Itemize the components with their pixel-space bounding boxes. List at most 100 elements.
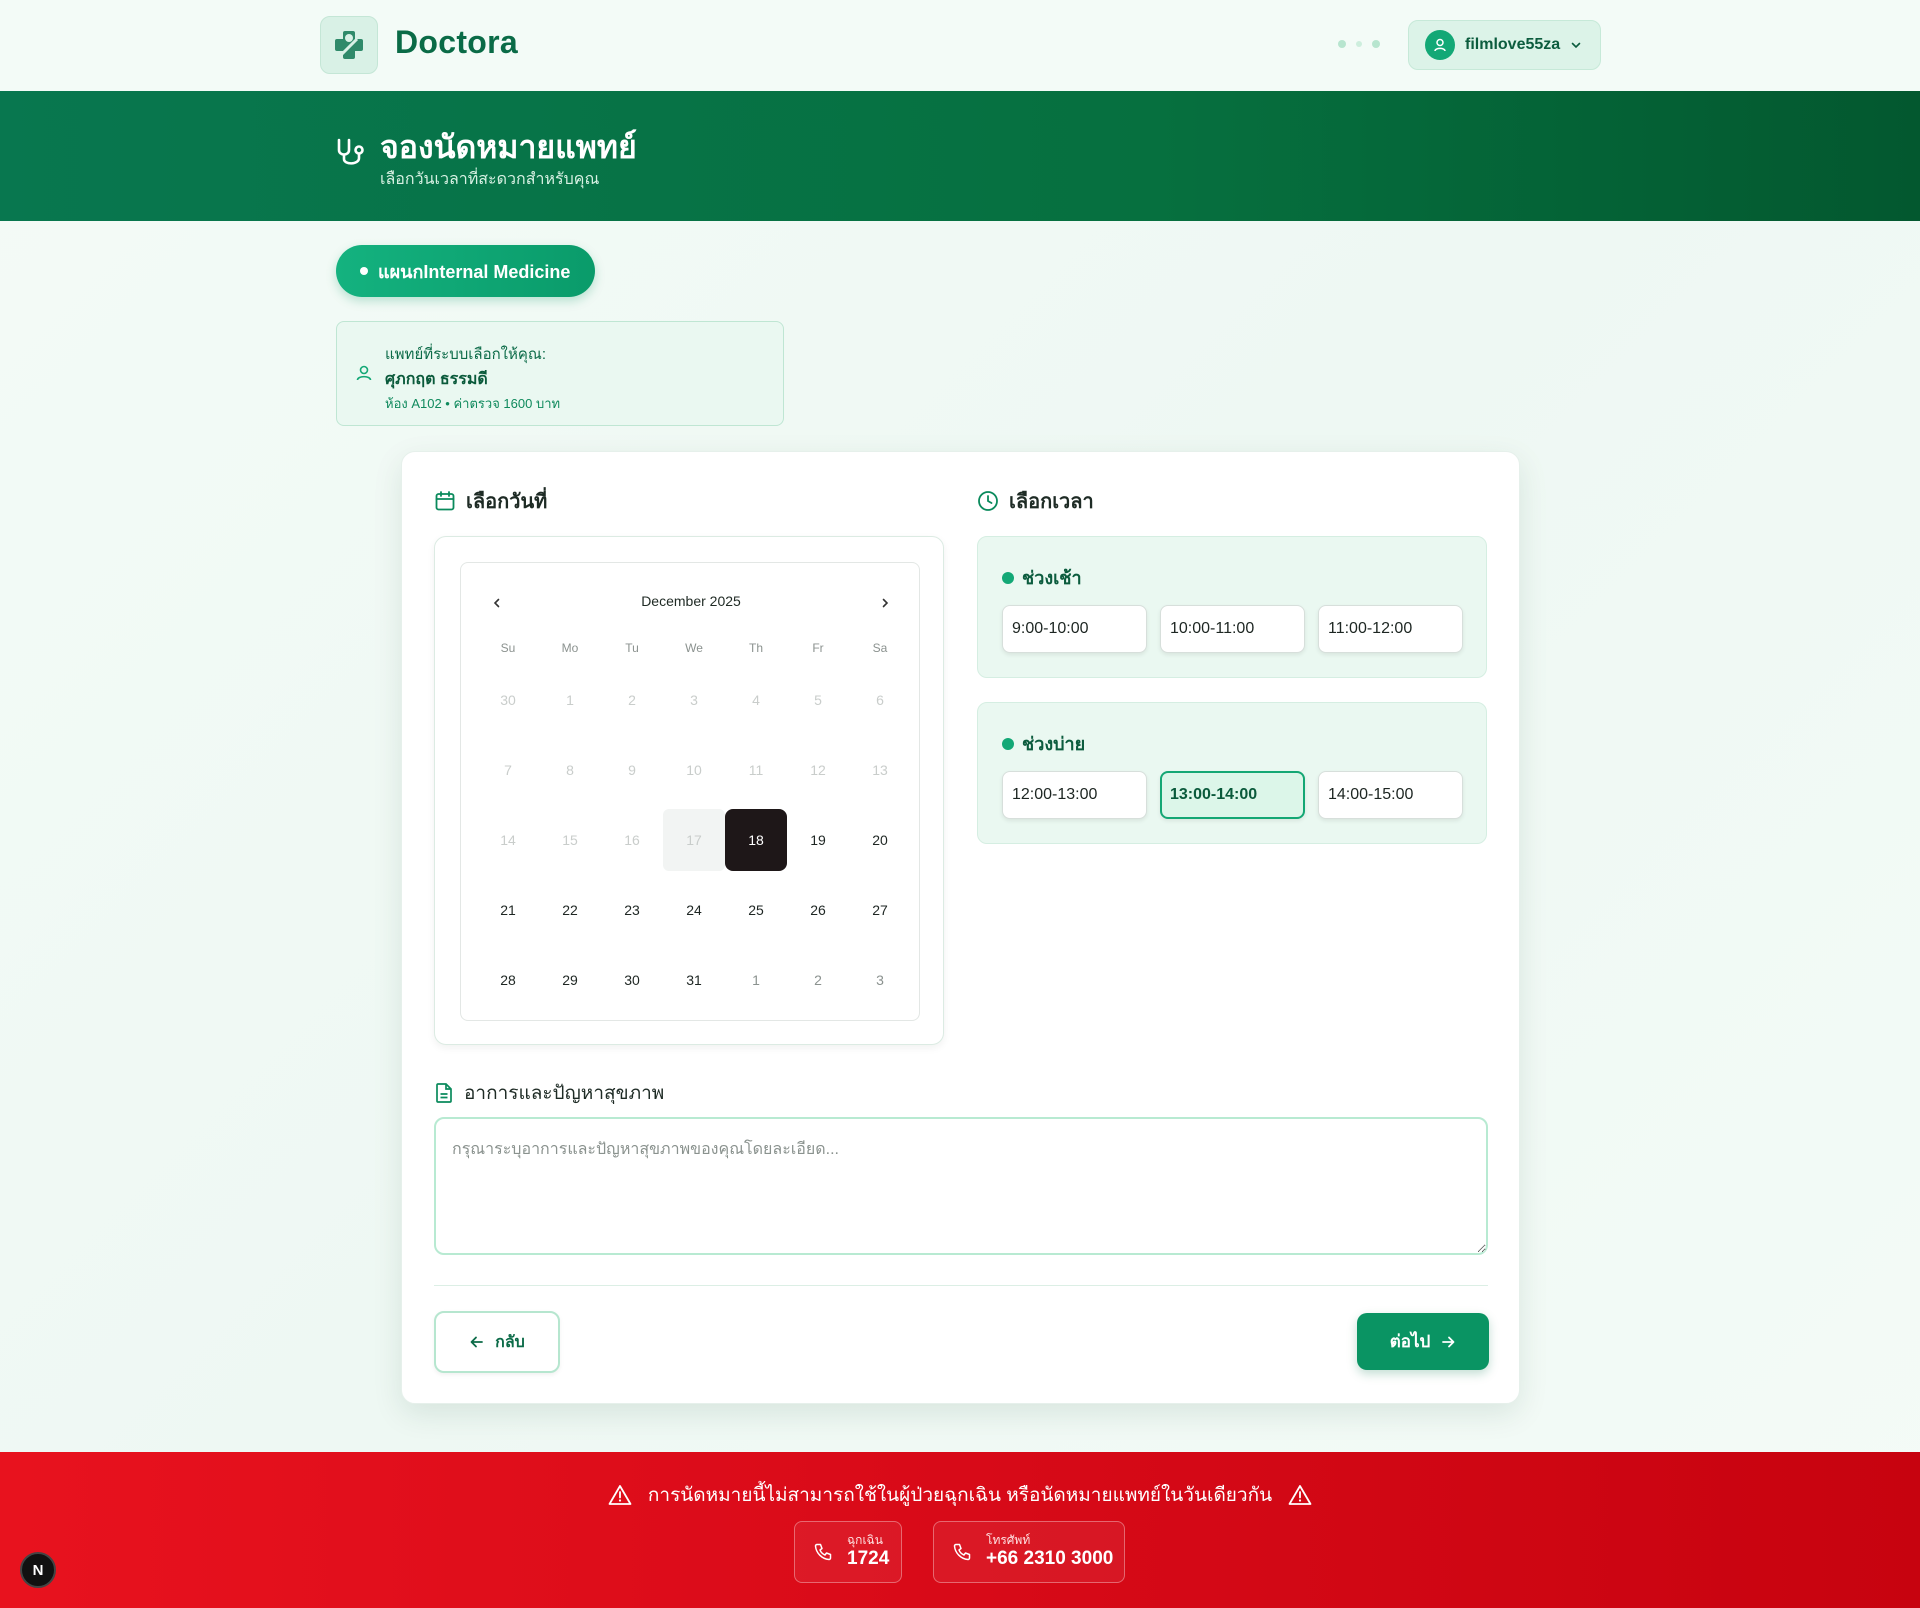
calendar-day-disabled: 11 — [748, 762, 764, 778]
hero-banner: จองนัดหมายแพทย์ เลือกวันเวลาที่สะดวกสำหร… — [0, 91, 1920, 221]
divider — [434, 1285, 1488, 1286]
phone-label: โทรศัพท์ — [986, 1533, 1031, 1547]
calendar-day-disabled: 30 — [500, 692, 516, 708]
morning-slot-row: 9:00-10:00 10:00-11:00 11:00-12:00 — [1002, 605, 1463, 653]
calendar-day-selected[interactable]: 18 — [725, 809, 787, 871]
calendar-day-disabled: 4 — [752, 692, 760, 708]
calendar-day[interactable]: 24 — [663, 879, 725, 941]
bullet-dot — [1002, 571, 1014, 584]
calendar-day[interactable]: 23 — [601, 879, 663, 941]
calendar-day-today: 17 — [663, 809, 725, 871]
weekday-label: Sa — [872, 641, 888, 655]
user-icon — [1434, 38, 1446, 52]
calendar-day-disabled: 8 — [566, 762, 574, 778]
calendar-month-label: December 2025 — [641, 593, 741, 609]
calendar-day[interactable]: 31 — [663, 949, 725, 1011]
calendar-day-disabled: 16 — [624, 832, 640, 848]
phone-contact-button[interactable]: โทรศัพท์ +66 2310 3000 — [933, 1521, 1125, 1583]
calendar-day[interactable]: 21 — [477, 879, 539, 941]
morning-title: ช่วงเช้า — [1002, 563, 1082, 592]
department-label: แผนกInternal Medicine — [378, 261, 571, 282]
calendar-icon — [435, 491, 455, 511]
next-button[interactable]: ต่อไป — [1357, 1313, 1489, 1370]
time-slot[interactable]: 9:00-10:00 — [1002, 605, 1147, 653]
weekday-label: Su — [500, 641, 516, 655]
time-slot[interactable]: 12:00-13:00 — [1002, 771, 1147, 819]
bullet-dot — [360, 267, 368, 275]
medical-cross-icon — [335, 31, 363, 59]
weekday-label: Tu — [625, 641, 639, 655]
calendar-day[interactable]: 27 — [849, 879, 911, 941]
warning-icon — [608, 1485, 632, 1505]
calendar-day[interactable]: 19 — [787, 809, 849, 871]
time-slot[interactable]: 10:00-11:00 — [1160, 605, 1305, 653]
weekday-label: Fr — [812, 641, 824, 655]
hotline-number: 1724 — [847, 1548, 890, 1569]
bullet-dot — [1002, 737, 1014, 750]
calendar-day[interactable]: 28 — [477, 949, 539, 1011]
time-slot-selected[interactable]: 13:00-14:00 — [1160, 771, 1305, 819]
afternoon-title: ช่วงบ่าย — [1002, 729, 1085, 758]
booking-card: เลือกวันที่ December 2025 Su Mo Tu We Th… — [401, 451, 1520, 1404]
calendar-day[interactable]: 22 — [539, 879, 601, 941]
calendar-week: 28 29 30 31 1 2 3 — [477, 949, 911, 1011]
next-month-button[interactable] — [871, 589, 899, 617]
user-menu-button[interactable]: filmlove55za — [1408, 20, 1601, 70]
loading-dots — [1338, 40, 1380, 48]
time-section-label: เลือกเวลา — [1009, 491, 1094, 513]
calendar-day[interactable]: 20 — [849, 809, 911, 871]
emergency-warning-text: การนัดหมายนี้ไม่สามารถใช้ในผู้ป่วยฉุกเฉิ… — [647, 1485, 1273, 1506]
time-section-title: เลือกเวลา — [977, 485, 1094, 517]
date-section-title: เลือกวันที่ — [434, 485, 547, 517]
calendar-day-disabled: 6 — [876, 692, 884, 708]
calendar-day[interactable]: 25 — [725, 879, 787, 941]
calendar-day-disabled: 10 — [686, 762, 702, 778]
date-section-label: เลือกวันที่ — [466, 491, 548, 513]
afternoon-label: ช่วงบ่าย — [1022, 734, 1086, 754]
symptoms-label: อาการและปัญหาสุขภาพ — [464, 1083, 665, 1104]
document-icon — [436, 1083, 452, 1103]
calendar-day-next-month[interactable]: 1 — [725, 949, 787, 1011]
afternoon-slot-group: ช่วงบ่าย 12:00-13:00 13:00-14:00 14:00-1… — [977, 702, 1487, 844]
top-bar: Doctora filmlove55za — [0, 0, 1920, 91]
calendar-day-next-month[interactable]: 3 — [849, 949, 911, 1011]
calendar: December 2025 Su Mo Tu We Th Fr Sa 30 1 … — [460, 562, 920, 1021]
calendar-day-disabled: 12 — [810, 762, 826, 778]
brand-name[interactable]: Doctora — [395, 24, 518, 61]
morning-slot-group: ช่วงเช้า 9:00-10:00 10:00-11:00 11:00-12… — [977, 536, 1487, 678]
calendar-day-disabled: 1 — [566, 692, 574, 708]
symptoms-input[interactable] — [434, 1117, 1488, 1255]
emergency-warning: การนัดหมายนี้ไม่สามารถใช้ในผู้ป่วยฉุกเฉิ… — [0, 1480, 1920, 1510]
dev-tools-badge[interactable]: N — [20, 1552, 56, 1588]
calendar-day-disabled: 3 — [690, 692, 698, 708]
arrow-left-icon — [470, 1336, 484, 1348]
back-button[interactable]: กลับ — [434, 1311, 560, 1373]
logo[interactable] — [320, 16, 378, 74]
weekday-header: Su Mo Tu We Th Fr Sa — [477, 641, 911, 661]
calendar-grid: Su Mo Tu We Th Fr Sa 30 1 2 3 4 5 6 7 8 … — [477, 641, 911, 1011]
calendar-week: 14 15 16 17 18 19 20 — [477, 809, 911, 871]
weekday-label: Mo — [561, 641, 579, 655]
emergency-hotline-button[interactable]: ฉุกเฉิน 1724 — [794, 1521, 902, 1583]
hotline-text: ฉุกเฉิน 1724 — [847, 1533, 889, 1571]
avatar — [1425, 30, 1455, 60]
doctor-card: แพทย์ที่ระบบเลือกให้คุณ: ศุภกฤต ธรรมดี ห… — [336, 321, 784, 426]
department-badge: แผนกInternal Medicine — [336, 245, 595, 297]
calendar-day-next-month[interactable]: 2 — [787, 949, 849, 1011]
stethoscope-icon — [337, 138, 364, 165]
person-icon — [356, 365, 372, 381]
page-title: จองนัดหมายแพทย์ — [380, 129, 637, 165]
calendar-day[interactable]: 30 — [601, 949, 663, 1011]
time-slot[interactable]: 11:00-12:00 — [1318, 605, 1463, 653]
back-label: กลับ — [495, 1333, 525, 1351]
calendar-day[interactable]: 29 — [539, 949, 601, 1011]
weekday-label: We — [685, 641, 703, 655]
symptoms-title: อาการและปัญหาสุขภาพ — [434, 1078, 664, 1108]
calendar-day[interactable]: 26 — [787, 879, 849, 941]
weekday-label: Th — [748, 641, 763, 655]
calendar-day-disabled: 9 — [628, 762, 636, 778]
calendar-wrapper: December 2025 Su Mo Tu We Th Fr Sa 30 1 … — [434, 536, 944, 1045]
calendar-day-disabled: 14 — [500, 832, 516, 848]
time-slot[interactable]: 14:00-15:00 — [1318, 771, 1463, 819]
phone-number: +66 2310 3000 — [986, 1548, 1114, 1569]
